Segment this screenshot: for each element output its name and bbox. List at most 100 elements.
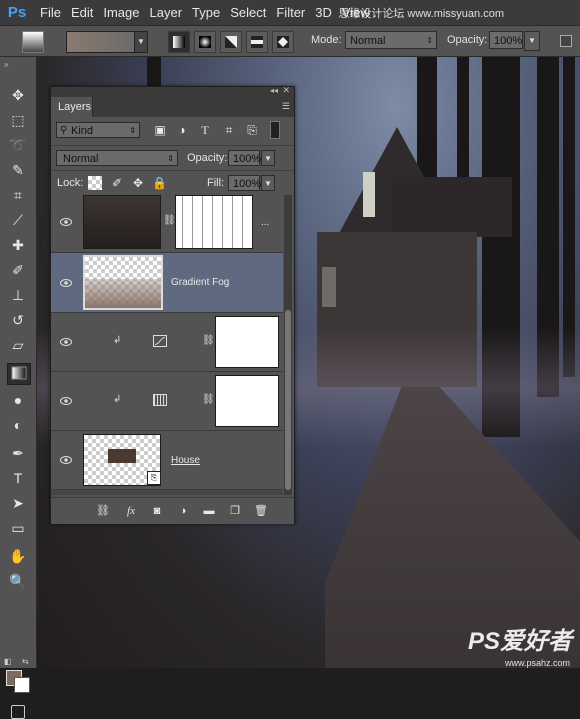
- fx-icon[interactable]: fx: [123, 503, 139, 519]
- pixel-filter-icon[interactable]: ▣: [152, 122, 168, 138]
- eyedropper-tool-icon[interactable]: ⟋: [7, 210, 29, 230]
- new-layer-icon[interactable]: ❐: [227, 503, 243, 519]
- layer-row-partial[interactable]: [51, 490, 283, 495]
- background-color-swatch[interactable]: [14, 677, 30, 693]
- tab-layers[interactable]: Layers: [51, 97, 93, 117]
- pen-tool-icon[interactable]: ✒: [7, 443, 29, 463]
- curves-adjustment-icon[interactable]: [153, 335, 167, 347]
- mode-select[interactable]: Normal ⇕: [345, 31, 437, 49]
- toolbar-collapse-icon[interactable]: »: [4, 60, 8, 69]
- layer-name[interactable]: House: [171, 455, 200, 466]
- menu-filter[interactable]: Filter: [276, 5, 305, 20]
- menu-3d[interactable]: 3D: [315, 5, 332, 20]
- gradient-picker[interactable]: [66, 31, 136, 53]
- hand-tool-icon[interactable]: ✋: [7, 546, 29, 566]
- smart-object-badge-icon: ⎘: [147, 471, 161, 485]
- gradient-tool-preset-icon[interactable]: [22, 31, 44, 53]
- layer-row-house[interactable]: ⎘ House: [51, 431, 283, 490]
- layer-row[interactable]: ↲ ⛓: [51, 372, 283, 431]
- menu-type[interactable]: Type: [192, 5, 220, 20]
- quick-mask-icon[interactable]: [11, 705, 25, 719]
- zoom-tool-icon[interactable]: 🔍: [7, 571, 29, 591]
- eraser-tool-icon[interactable]: ▱: [7, 335, 29, 355]
- layer-row-gradient-fog[interactable]: Gradient Fog: [51, 253, 283, 313]
- watermark-brand: PS爱好者: [467, 628, 572, 655]
- layer-name[interactable]: Gradient Fog: [171, 277, 229, 288]
- visibility-eye-icon[interactable]: [60, 455, 72, 465]
- quick-select-tool-icon[interactable]: ✎: [7, 160, 29, 180]
- filter-kind-select[interactable]: ⚲ Kind ⇕: [56, 122, 140, 138]
- levels-adjustment-icon[interactable]: [153, 394, 167, 406]
- brush-tool-icon[interactable]: ✐: [7, 260, 29, 280]
- menu-select[interactable]: Select: [230, 5, 266, 20]
- linear-gradient-icon: [173, 36, 185, 48]
- layer-row[interactable]: ↲ ⛓: [51, 313, 283, 372]
- adjustment-layer-icon[interactable]: ◑: [175, 503, 191, 519]
- marquee-tool-icon[interactable]: ⬚: [7, 110, 29, 130]
- history-brush-tool-icon[interactable]: ↺: [7, 310, 29, 330]
- layer-mask-thumbnail[interactable]: [215, 375, 279, 427]
- adjustment-filter-icon[interactable]: ◑: [174, 122, 190, 138]
- mode-label: Mode:: [311, 34, 342, 46]
- scrollbar-thumb[interactable]: [285, 310, 291, 490]
- close-icon[interactable]: ✕: [282, 85, 290, 96]
- linear-gradient-button[interactable]: [168, 31, 190, 53]
- smart-object-filter-icon[interactable]: ⎘: [244, 122, 260, 138]
- collapse-icon[interactable]: ◂◂: [270, 86, 278, 95]
- menu-file[interactable]: File: [40, 5, 61, 20]
- panel-title-bar[interactable]: ◂◂ ✕: [51, 85, 294, 97]
- swap-colors-icon[interactable]: ⇆: [22, 657, 29, 666]
- layers-scrollbar[interactable]: [284, 195, 292, 495]
- diamond-gradient-button[interactable]: [272, 31, 294, 53]
- layer-mask-thumbnail[interactable]: [215, 316, 279, 368]
- layer-mask-thumbnail[interactable]: [175, 195, 253, 249]
- dodge-tool-icon[interactable]: ◐: [7, 415, 29, 435]
- panel-menu-icon[interactable]: ☰: [282, 101, 290, 112]
- type-tool-icon[interactable]: T: [7, 468, 29, 488]
- opacity-dropdown[interactable]: ▼: [524, 31, 540, 51]
- filter-toggle[interactable]: [270, 121, 280, 139]
- visibility-eye-icon[interactable]: [60, 396, 72, 406]
- opacity-field[interactable]: 100%: [489, 31, 523, 49]
- shape-tool-icon[interactable]: ▭: [7, 518, 29, 538]
- reflected-gradient-button[interactable]: [246, 31, 268, 53]
- visibility-eye-icon[interactable]: [60, 337, 72, 347]
- healing-brush-tool-icon[interactable]: ✚: [7, 235, 29, 255]
- gradient-picker-dropdown[interactable]: ▼: [134, 31, 148, 53]
- angle-gradient-button[interactable]: [220, 31, 242, 53]
- layer-opacity-value: 100%: [233, 153, 262, 165]
- visibility-eye-icon[interactable]: [60, 217, 72, 227]
- new-group-icon[interactable]: ▬: [201, 503, 217, 519]
- radial-gradient-button[interactable]: [194, 31, 216, 53]
- fill-field[interactable]: 100%: [228, 175, 262, 191]
- menu-image[interactable]: Image: [103, 5, 139, 20]
- add-mask-icon[interactable]: ◙: [149, 503, 165, 519]
- blur-tool-icon[interactable]: ●: [7, 390, 29, 410]
- layer-row[interactable]: ⛓ ...: [51, 195, 283, 253]
- diamond-gradient-icon: [277, 36, 289, 48]
- lock-image-brush-icon[interactable]: ✐: [110, 176, 124, 190]
- lock-position-icon[interactable]: ✥: [131, 176, 145, 190]
- path-selection-tool-icon[interactable]: ➤: [7, 493, 29, 513]
- layer-opacity-field[interactable]: 100%: [228, 150, 262, 166]
- reverse-checkbox[interactable]: [560, 35, 572, 47]
- link-layers-icon[interactable]: ⛓: [95, 503, 111, 519]
- menu-layer[interactable]: Layer: [150, 5, 183, 20]
- lasso-tool-icon[interactable]: ➰: [7, 135, 29, 155]
- gradient-tool-icon[interactable]: [7, 363, 31, 385]
- layer-opacity-dropdown[interactable]: ▼: [261, 150, 275, 166]
- delete-layer-icon[interactable]: 🗑: [253, 503, 269, 519]
- blend-mode-select[interactable]: Normal ⇕: [56, 150, 178, 166]
- fill-value: 100%: [233, 178, 262, 190]
- crop-tool-icon[interactable]: ⌗: [7, 185, 29, 205]
- fill-dropdown[interactable]: ▼: [261, 175, 275, 191]
- menu-edit[interactable]: Edit: [71, 5, 93, 20]
- visibility-eye-icon[interactable]: [60, 278, 72, 288]
- shape-filter-icon[interactable]: ⌗: [221, 122, 237, 138]
- type-filter-icon[interactable]: T: [197, 122, 213, 138]
- default-colors-icon[interactable]: ◧: [4, 657, 12, 666]
- lock-all-icon[interactable]: 🔒: [152, 176, 167, 190]
- lock-transparent-icon[interactable]: [88, 176, 102, 190]
- clone-stamp-tool-icon[interactable]: ⊥: [7, 285, 29, 305]
- move-tool-icon[interactable]: ✥: [7, 85, 29, 105]
